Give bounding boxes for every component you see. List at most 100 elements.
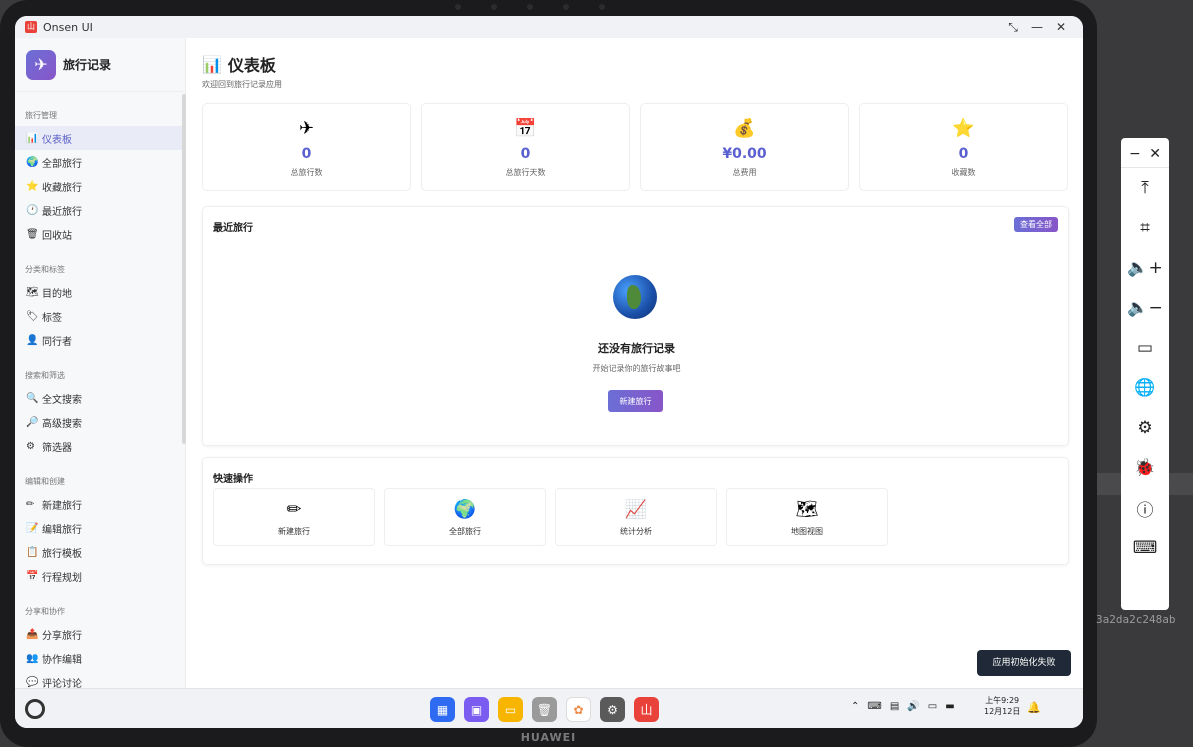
error-toast: 应用初始化失败 [977, 650, 1071, 676]
sidebar-item[interactable]: ⭐ 收藏旅行 [15, 174, 185, 198]
dock-app-icon[interactable]: ▦ [430, 697, 455, 722]
pencil-icon: ✏ [286, 499, 302, 520]
sidebar-item-icon: 📤 [26, 628, 39, 640]
sidebar-item-icon: 🏷 [26, 310, 39, 322]
sidebar-item[interactable]: 📝 编辑旅行 [15, 516, 185, 540]
airplane-icon: ✈ [298, 118, 315, 139]
sidebar-item-icon: 🔎 [26, 416, 39, 428]
sidebar-item[interactable]: 💬 评论讨论 [15, 670, 185, 689]
money-bag-icon: 💰 [733, 118, 756, 139]
sidebar-item[interactable]: 🔎 高级搜索 [15, 410, 185, 434]
battery-icon[interactable]: ▬ [945, 701, 954, 712]
home-button-icon[interactable] [25, 699, 45, 719]
sidebar-item-icon: ✏ [26, 498, 35, 510]
dock-app-icon[interactable]: ⚙ [600, 697, 625, 722]
display-icon[interactable]: ▭ [928, 701, 937, 712]
close-icon[interactable]: ✕ [1049, 20, 1073, 34]
crop-icon[interactable]: ⌗ [1121, 208, 1169, 248]
sidebar: ✈ 旅行记录 旅行管理 📊 仪表板 🌍 全部旅行 ⭐ 收藏旅行 🕐 最近旅行 🗑 回收站 分类和标签 🗺… [15, 38, 186, 688]
sidebar-scrollbar[interactable] [182, 94, 186, 444]
window-title: Onsen UI [43, 20, 93, 34]
bell-icon[interactable]: 🔔 [1027, 701, 1041, 714]
sidebar-section-title: 分类和标签 [25, 265, 65, 274]
dock-app-icon[interactable]: 山 [634, 697, 659, 722]
input-method-icon[interactable]: ⌨ [867, 701, 881, 712]
page-title-text: 仪表板 [227, 56, 276, 75]
sidebar-item[interactable]: 🗑 回收站 [15, 222, 185, 246]
quick-action-all-trips[interactable]: 🌍 全部旅行 [384, 488, 546, 546]
minimize-icon[interactable]: — [1025, 20, 1049, 34]
quick-actions-title: 快速操作 [213, 474, 253, 485]
sidebar-header: ✈ 旅行记录 [15, 38, 185, 92]
dock-app-icon[interactable]: ▭ [498, 697, 523, 722]
view-all-button[interactable]: 查看全部 [1014, 217, 1058, 232]
camera-bar [455, 4, 605, 10]
keyboard-icon[interactable]: ⌨ [1121, 528, 1169, 568]
volume-down-icon[interactable]: 🔈− [1121, 288, 1169, 328]
chart-up-icon: 📈 [624, 499, 648, 520]
sidebar-item[interactable]: 📋 旅行模板 [15, 540, 185, 564]
globe-icon [613, 275, 657, 319]
calendar-icon: 📅 [514, 118, 537, 139]
sidebar-item[interactable]: 🕐 最近旅行 [15, 198, 185, 222]
quick-action-statistics[interactable]: 📈 统计分析 [555, 488, 717, 546]
sidebar-item-icon: 📊 [26, 132, 39, 144]
chevron-up-icon[interactable]: ⌃ [851, 701, 859, 712]
dock-app-icon[interactable]: 🗑 [532, 697, 557, 722]
sidebar-item[interactable]: 📅 行程规划 [15, 564, 185, 588]
sidebar-item-label: 高级搜索 [42, 418, 82, 430]
sidebar-item[interactable]: 🔍 全文搜索 [15, 386, 185, 410]
sidebar-item[interactable]: 📊 仪表板 [15, 126, 185, 150]
sidebar-item-icon: 💬 [26, 676, 39, 688]
stat-card-trips: ✈ 0 总旅行数 [202, 103, 411, 191]
sidebar-item[interactable]: 🏷 标签 [15, 304, 185, 328]
sidebar-item-label: 编辑旅行 [42, 524, 82, 536]
page-subtitle: 欢迎回到旅行记录应用 [202, 80, 282, 89]
sidebar-item[interactable]: 📤 分享旅行 [15, 622, 185, 646]
sidebar-item-label: 最近旅行 [42, 206, 82, 218]
clipboard-icon[interactable]: ▤ [890, 701, 899, 712]
sidebar-item[interactable]: 🌍 全部旅行 [15, 150, 185, 174]
sidebar-item[interactable]: 👤 同行者 [15, 328, 185, 352]
airplane-icon: ✈ [26, 49, 56, 80]
sidebar-item-icon: 👤 [26, 334, 39, 346]
sidebar-item[interactable]: 👥 协作编辑 [15, 646, 185, 670]
stat-card-cost: 💰 ¥0.00 总费用 [640, 103, 849, 191]
sidebar-item-label: 目的地 [42, 288, 72, 300]
volume-up-icon[interactable]: 🔈+ [1121, 248, 1169, 288]
restore-icon[interactable]: ⤡ [1001, 20, 1025, 35]
sidebar-section-title: 搜索和筛选 [25, 371, 65, 380]
emulator-minimize-icon[interactable]: − [1129, 146, 1141, 167]
clock-date: 12月12日 [984, 707, 1021, 716]
sidebar-item[interactable]: ✏ 新建旅行 [15, 492, 185, 516]
battery-icon[interactable]: ▭ [1121, 328, 1169, 368]
stat-value: ¥0.00 [722, 146, 767, 162]
clock-time: 上午9:29 [985, 696, 1020, 705]
sidebar-nav: 旅行管理 📊 仪表板 🌍 全部旅行 ⭐ 收藏旅行 🕐 最近旅行 🗑 回收站 分类和标签 🗺 目的地 🏷 标签 👤… [15, 92, 185, 688]
sidebar-item-label: 旅行模板 [42, 548, 82, 560]
quick-action-map-view[interactable]: 🗺 地图视图 [726, 488, 888, 546]
top-icon[interactable]: ⤒ [1121, 168, 1169, 208]
clock[interactable]: 上午9:29 12月12日 [984, 695, 1020, 717]
app-logo-icon: 山 [25, 21, 37, 33]
stat-value: 0 [958, 146, 969, 162]
sidebar-item[interactable]: ⚙ 筛选器 [15, 434, 185, 458]
sidebar-item-icon: 🕐 [26, 204, 39, 216]
new-trip-button[interactable]: 新建旅行 [608, 390, 663, 412]
volume-icon[interactable]: 🔊 [907, 701, 919, 712]
sidebar-item-label: 标签 [42, 312, 62, 324]
sidebar-item[interactable]: 🗺 目的地 [15, 280, 185, 304]
bug-icon[interactable]: 🐞 [1121, 448, 1169, 488]
quick-action-new-trip[interactable]: ✏ 新建旅行 [213, 488, 375, 546]
sidebar-item-label: 评论讨论 [42, 678, 82, 689]
dock: ▦ ▣ ▭ 🗑 ✿ ⚙ 山 [430, 697, 659, 722]
dock-app-icon[interactable]: ▣ [464, 697, 489, 722]
info-icon[interactable]: ⓘ [1121, 488, 1169, 528]
dock-app-icon[interactable]: ✿ [566, 697, 591, 722]
globe-icon[interactable]: 🌐 [1121, 368, 1169, 408]
settings-icon[interactable]: ⚙ [1121, 408, 1169, 448]
emulator-close-icon[interactable]: ✕ [1149, 146, 1161, 167]
sidebar-item-label: 新建旅行 [42, 500, 82, 512]
device-brand: HUAWEI [520, 731, 577, 744]
sidebar-item-icon: 🔍 [26, 392, 39, 404]
